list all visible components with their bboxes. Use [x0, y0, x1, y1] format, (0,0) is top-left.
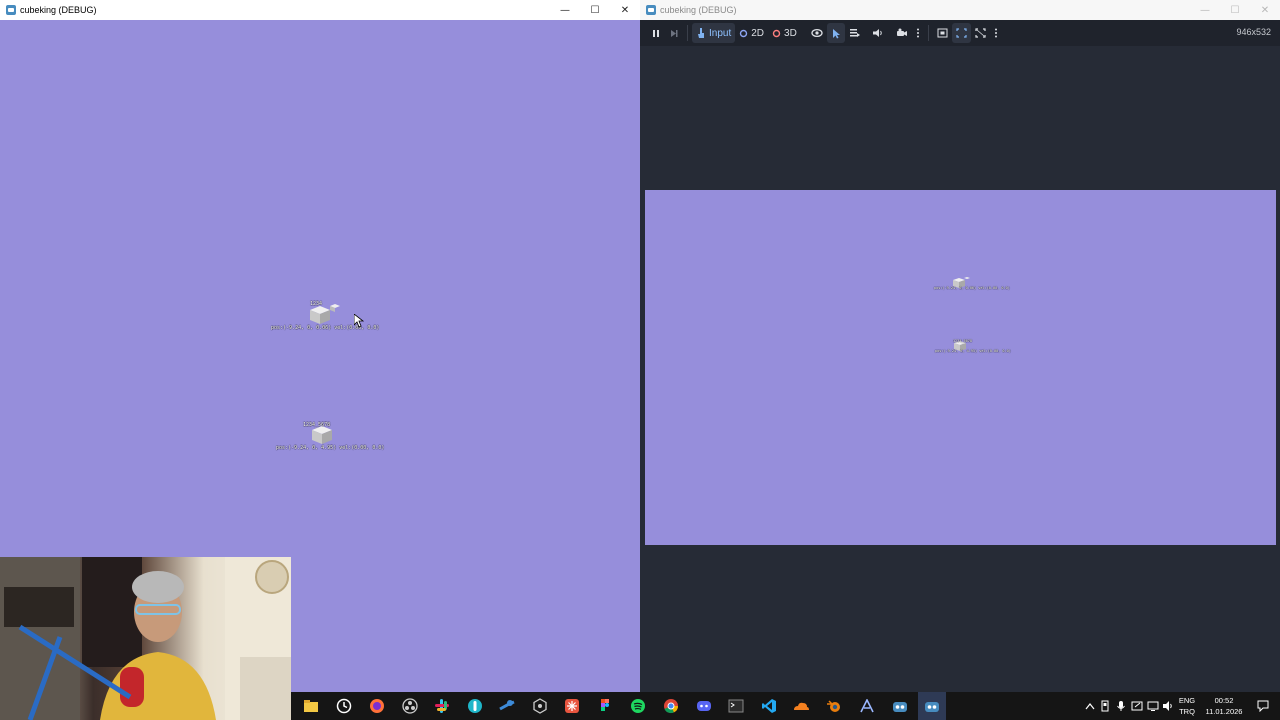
- toolbar-separator: [687, 25, 688, 41]
- pause-icon: [653, 30, 659, 37]
- node-2d-icon: [740, 29, 748, 37]
- chrome-icon[interactable]: [662, 697, 680, 715]
- pause-button[interactable]: [647, 23, 665, 43]
- keep-aspect-icon: [956, 28, 967, 38]
- godot-editor-icon[interactable]: [891, 697, 909, 715]
- visibility-button[interactable]: [807, 23, 827, 43]
- keyboard-layout: TRQ: [1179, 707, 1195, 716]
- terminal-icon[interactable]: [727, 697, 745, 715]
- input-toggle-button[interactable]: Input: [692, 23, 736, 43]
- cube-debug-label: pos:(-9.24, 0, 0.06) vel:(0.00, 0.0): [934, 286, 1010, 290]
- game-toolbar: Input 2D 3D: [640, 20, 1280, 46]
- camera-options-button[interactable]: [912, 23, 924, 43]
- select-mode-button[interactable]: [826, 23, 845, 43]
- stretch-icon: [975, 28, 986, 38]
- figma-icon[interactable]: [596, 697, 614, 715]
- language-code: ENG: [1178, 696, 1196, 705]
- file-explorer-icon[interactable]: [302, 697, 320, 715]
- maximize-button[interactable]: ☐: [1220, 0, 1250, 20]
- next-frame-button[interactable]: [665, 23, 683, 43]
- system-clock[interactable]: 00:52 11.01.2026: [1201, 695, 1247, 717]
- close-button[interactable]: ✕: [610, 0, 640, 20]
- cube-name-label: 1234: [310, 301, 323, 307]
- unity-icon[interactable]: [531, 697, 549, 715]
- camera-icon: [896, 28, 907, 36]
- node-3d-icon: [772, 29, 781, 37]
- maximize-button[interactable]: ☐: [580, 0, 610, 20]
- list-icon: [849, 29, 860, 37]
- window-title: cubeking (DEBUG): [660, 5, 737, 15]
- sparkle-app-icon[interactable]: [563, 697, 581, 715]
- fixed-size-icon: [937, 28, 948, 38]
- next-frame-icon: [671, 30, 678, 37]
- camera-override-button[interactable]: [892, 23, 912, 43]
- obs-icon[interactable]: [401, 697, 419, 715]
- embedded-game-viewport[interactable]: pos:(-9.24, 0, 0.06) vel:(0.00, 0.0) 123…: [645, 190, 1276, 545]
- audio-button[interactable]: [868, 23, 888, 43]
- close-button[interactable]: ✕: [1250, 0, 1280, 20]
- cube-debug-label: pos:(-9.24, 0, 4.95) vel:(0.00, 0.0): [276, 445, 385, 451]
- clock-app-icon[interactable]: [335, 697, 353, 715]
- mode-2d-label: 2D: [751, 27, 765, 39]
- title-bar[interactable]: cubeking (DEBUG) — ☐ ✕: [640, 0, 1280, 20]
- mode-2d-button[interactable]: 2D: [735, 23, 768, 43]
- cloudflare-icon[interactable]: [792, 697, 810, 715]
- godot-app-icon: [6, 5, 16, 15]
- steam-icon[interactable]: [498, 697, 516, 715]
- desktop: cubeking (DEBUG) — ☐ ✕ 1234 pos:(-9.24, …: [0, 0, 1280, 720]
- mouse-cursor-icon: [354, 314, 364, 328]
- resolution-label: 946x532: [1236, 27, 1271, 37]
- list-select-button[interactable]: [845, 23, 864, 43]
- mode-3d-label: 3D: [784, 27, 797, 39]
- title-bar[interactable]: cubeking (DEBUG) — ☐ ✕: [0, 0, 640, 20]
- mode-3d-button[interactable]: 3D: [768, 23, 801, 43]
- game-window-right[interactable]: cubeking (DEBUG) — ☐ ✕ Input 2D 3D 946x5…: [640, 0, 1280, 692]
- cube-name-label: 1234_5678: [953, 339, 972, 343]
- fixed-size-button[interactable]: [933, 23, 952, 43]
- pointer-hand-icon: [698, 28, 704, 38]
- clock-date: 11.01.2026: [1205, 707, 1243, 716]
- clock-time: 00:52: [1214, 696, 1234, 705]
- minimize-button[interactable]: —: [1190, 0, 1220, 20]
- arc-app-icon[interactable]: [858, 697, 876, 715]
- discord-icon[interactable]: [695, 697, 713, 715]
- godot-game-icon[interactable]: [918, 692, 946, 720]
- speaker-icon: [872, 29, 882, 37]
- keep-aspect-button[interactable]: [951, 23, 971, 43]
- kebab-menu-icon: [916, 28, 919, 38]
- window-title: cubeking (DEBUG): [20, 5, 97, 15]
- kebab-menu-icon: [994, 28, 997, 38]
- slack-icon[interactable]: [433, 697, 451, 715]
- eye-icon: [811, 28, 823, 38]
- cube-name-label: 1234_5678: [303, 422, 331, 428]
- notification-icon[interactable]: [1254, 697, 1272, 715]
- browser-app-icon[interactable]: [466, 697, 484, 715]
- embed-options-button[interactable]: [990, 23, 1002, 43]
- vscode-icon[interactable]: [760, 697, 778, 715]
- toolbar-separator: [927, 25, 929, 41]
- spotify-icon[interactable]: [629, 697, 647, 715]
- cube-debug-label: pos:(-9.24, 0, 4.95) vel:(0.00, 0.0): [935, 349, 1011, 353]
- input-label: Input: [709, 27, 732, 39]
- blender-icon[interactable]: [825, 697, 843, 715]
- taskbar: ENG TRQ 00:52 11.01.2026: [291, 692, 1280, 720]
- volume-icon[interactable]: [1159, 697, 1177, 715]
- webcam-overlay: [0, 557, 291, 720]
- language-indicator[interactable]: ENG TRQ: [1177, 695, 1197, 717]
- stretch-button[interactable]: [971, 23, 990, 43]
- select-arrow-icon: [832, 28, 840, 38]
- godot-app-icon: [646, 5, 656, 15]
- minimize-button[interactable]: —: [550, 0, 580, 20]
- firefox-icon[interactable]: [368, 697, 386, 715]
